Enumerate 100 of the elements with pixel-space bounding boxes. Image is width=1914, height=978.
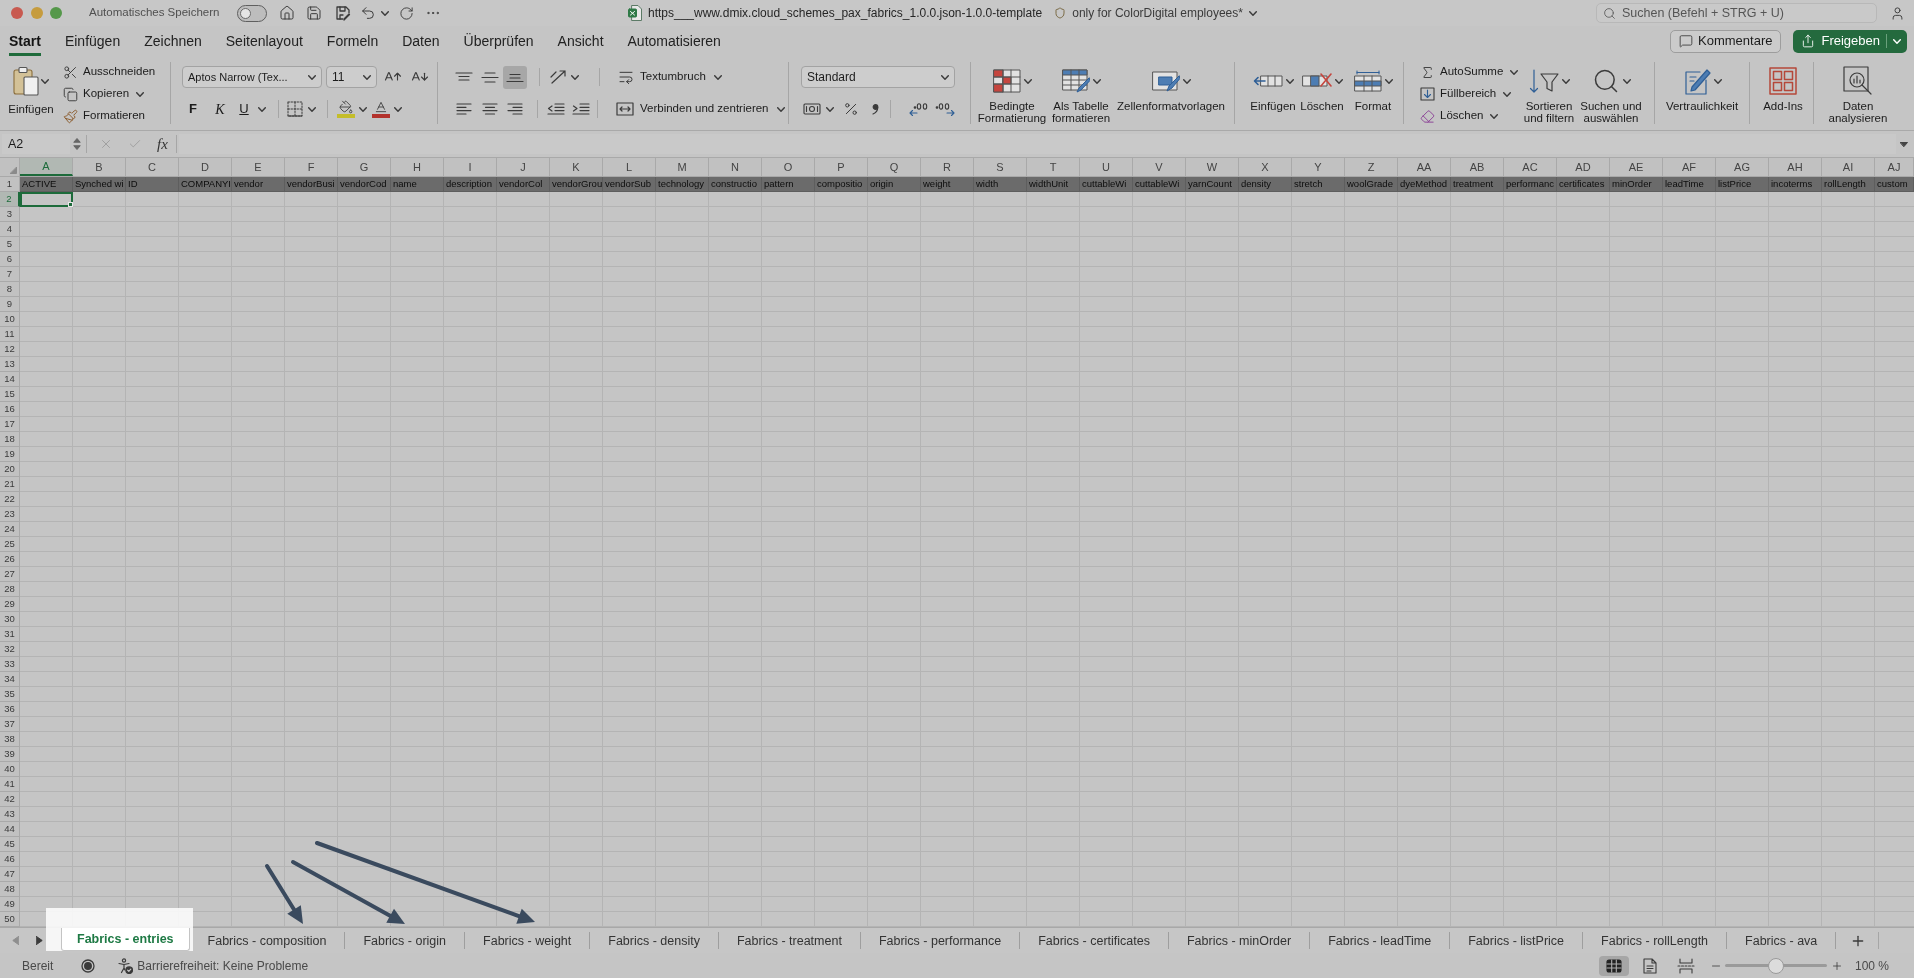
column-header[interactable]: AF [1663,158,1716,176]
column-header[interactable]: H [391,158,444,176]
insert-cells-button[interactable]: Einfügen [1249,56,1297,126]
person-icon[interactable] [1890,5,1905,21]
sheet-tab[interactable]: Fabrics - density [590,932,719,949]
fill-button[interactable]: Füllbereich [1420,83,1522,105]
row-header[interactable]: 45 [0,837,20,852]
row-header[interactable]: 46 [0,852,20,867]
stepper-icon[interactable] [73,137,81,151]
column-header[interactable]: AB [1451,158,1504,176]
percent-icon[interactable] [843,101,859,117]
zoom-slider[interactable] [1724,957,1827,974]
row-header[interactable]: 43 [0,807,20,822]
sheet-tab[interactable]: Fabrics - leadTime [1310,932,1451,949]
cell-styles-button[interactable]: Zellenformatvorlagen [1116,56,1226,126]
row-header[interactable]: 24 [0,522,20,537]
row-header[interactable]: 48 [0,882,20,897]
column-header[interactable]: K [550,158,603,176]
add-ins-button[interactable]: Add-Ins [1758,56,1808,126]
underline-button[interactable]: U [235,99,253,119]
row-header[interactable]: 9 [0,297,20,312]
row-header[interactable]: 32 [0,642,20,657]
align-left-icon[interactable] [456,103,472,115]
ribbon-tab[interactable]: Zeichnen [144,26,202,56]
row-header[interactable]: 1 [0,177,20,192]
row-header[interactable]: 10 [0,312,20,327]
column-header[interactable]: X [1239,158,1292,176]
column-header[interactable]: E [232,158,285,176]
home-icon[interactable] [279,5,296,21]
row-header[interactable]: 44 [0,822,20,837]
cut-button[interactable]: Ausschneiden [63,61,156,83]
expand-icon[interactable] [1900,141,1908,147]
cell-grid[interactable] [20,177,1914,927]
row-header[interactable]: 40 [0,762,20,777]
font-dropdown[interactable]: Aptos Narrow (Tex... [182,66,322,88]
column-header[interactable]: J [497,158,550,176]
row-header[interactable]: 13 [0,357,20,372]
row-header[interactable]: 35 [0,687,20,702]
borders-icon[interactable] [287,101,303,117]
increase-decimal-icon[interactable] [909,102,929,116]
font-size-dropdown[interactable]: 11 [326,66,377,88]
share-button[interactable]: Freigeben [1793,29,1907,53]
format-cells-button[interactable]: Format [1350,56,1396,126]
autosave-toggle[interactable] [237,4,268,22]
clear-button[interactable]: Löschen [1420,105,1522,127]
row-header[interactable]: 12 [0,342,20,357]
column-header[interactable]: Y [1292,158,1345,176]
sheet-tab[interactable]: Fabrics - certificates [1020,932,1169,949]
decrease-indent-icon[interactable] [547,103,565,115]
search-field[interactable]: Suchen (Befehl + STRG + U) [1596,3,1877,23]
slider-thumb[interactable] [1767,957,1784,974]
row-header[interactable]: 38 [0,732,20,747]
row-header[interactable]: 20 [0,462,20,477]
comma-style-icon[interactable] [871,103,879,115]
delete-cells-button[interactable]: Löschen [1299,56,1345,126]
italic-button[interactable]: K [210,99,230,119]
zoom-level[interactable]: 100 % [1854,956,1889,975]
analyze-data-button[interactable]: Daten analysieren [1814,56,1902,126]
column-header[interactable]: AH [1769,158,1822,176]
row-header[interactable]: 8 [0,282,20,297]
column-header[interactable]: Q [868,158,921,176]
column-header[interactable]: D [179,158,232,176]
increase-indent-icon[interactable] [572,103,590,115]
sheet-tab[interactable]: Fabrics - ava [1727,932,1837,949]
autosum-button[interactable]: AutoSumme [1420,61,1522,83]
row-header[interactable]: 50 [0,912,20,927]
text-angle-icon[interactable] [550,69,568,85]
row-header[interactable]: 3 [0,207,20,222]
sheet-tab[interactable]: Fabrics - composition [189,932,346,949]
find-select-button[interactable]: Suchen und auswählen [1579,56,1643,126]
row-header[interactable]: 36 [0,702,20,717]
format-painter-button[interactable]: Formatieren [63,105,156,127]
accessibility-status[interactable]: Barrierefreiheit: Keine Probleme [137,956,309,975]
column-header[interactable]: V [1133,158,1186,176]
close-button[interactable] [11,7,23,19]
column-header[interactable]: I [444,158,497,176]
redo-icon[interactable] [399,5,415,21]
column-header[interactable]: R [921,158,974,176]
save-icon[interactable] [306,5,323,21]
bold-button[interactable]: F [183,99,203,119]
ribbon-tab[interactable]: Seitenlayout [225,26,303,56]
column-header[interactable]: Z [1345,158,1398,176]
column-header[interactable]: U [1080,158,1133,176]
fill-handle[interactable] [68,202,73,207]
row-header[interactable]: 19 [0,447,20,462]
copy-button[interactable]: Kopieren [63,83,156,105]
column-header[interactable]: P [815,158,868,176]
save-edit-icon[interactable] [335,5,352,21]
column-header[interactable]: AG [1716,158,1769,176]
fill-color-icon[interactable] [337,100,355,118]
sheet-tab[interactable]: Fabrics - weight [465,932,591,949]
column-header[interactable]: B [73,158,126,176]
column-header[interactable]: AD [1557,158,1610,176]
column-header[interactable]: O [762,158,815,176]
column-header[interactable]: C [126,158,179,176]
row-header[interactable]: 26 [0,552,20,567]
paste-button[interactable]: Einfügen [6,63,56,125]
sheet-tab[interactable]: Fabrics - minOrder [1169,932,1311,949]
ribbon-tab[interactable]: Einfügen [64,26,121,56]
ribbon-tab[interactable]: Automatisieren [627,26,721,56]
